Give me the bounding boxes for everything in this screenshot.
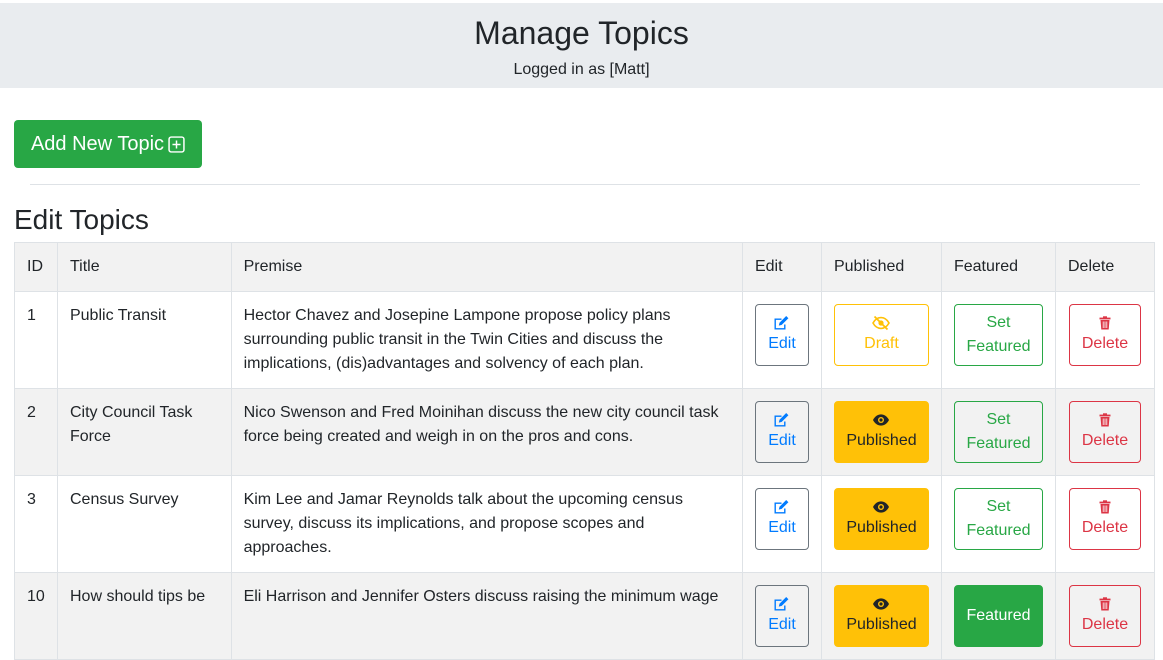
trash-icon [1099, 314, 1111, 332]
trash-icon [1099, 411, 1111, 429]
column-header-delete: Delete [1054, 242, 1156, 292]
page-header: Manage Topics Logged in as [Matt] [0, 0, 1163, 88]
column-header-featured: Featured [940, 242, 1056, 292]
topic-id: 2 [14, 388, 58, 476]
page-title: Manage Topics [474, 15, 689, 51]
delete-button[interactable]: Delete [1068, 304, 1141, 366]
delete-label: Delete [1081, 432, 1129, 449]
topic-premise: Kim Lee and Jamar Reynolds talk about th… [230, 475, 743, 573]
add-new-topic-button[interactable]: Add New Topic [14, 120, 202, 168]
edit-label: Edit [768, 432, 796, 449]
delete-button[interactable]: Delete [1068, 488, 1141, 550]
delete-label: Delete [1081, 616, 1129, 633]
publish-toggle-published-button[interactable]: Published [833, 401, 929, 463]
trash-icon [1099, 498, 1111, 516]
set-featured-button[interactable]: Set Featured [953, 488, 1043, 550]
publish-toggle-draft-button[interactable]: Draft [833, 304, 929, 366]
edit-button[interactable]: Edit [754, 488, 809, 550]
topic-title: Public Transit [56, 291, 232, 389]
column-header-title: Title [56, 242, 232, 292]
published-label: Published [846, 519, 917, 536]
delete-button[interactable]: Delete [1068, 401, 1141, 463]
edit-icon [773, 498, 790, 516]
topic-title: How should tips be [56, 572, 232, 660]
topic-title: City Council Task Force [56, 388, 232, 476]
topic-id: 3 [14, 475, 58, 573]
set-featured-button[interactable]: Set Featured [953, 304, 1043, 366]
topic-premise: Hector Chavez and Josepine Lampone propo… [230, 291, 743, 389]
column-header-premise: Premise [230, 242, 743, 292]
topic-id: 1 [14, 291, 58, 389]
edit-label: Edit [768, 616, 796, 633]
edit-label: Edit [768, 335, 796, 352]
column-header-id: ID [14, 242, 58, 292]
table-row: 2 City Council Task Force Nico Swenson a… [14, 388, 1156, 476]
delete-label: Delete [1081, 335, 1129, 352]
topic-title: Census Survey [56, 475, 232, 573]
column-header-published: Published [820, 242, 942, 292]
topic-id: 10 [14, 572, 58, 660]
delete-label: Delete [1081, 519, 1129, 536]
set-featured-button[interactable]: Set Featured [953, 401, 1043, 463]
topics-table: ID Title Premise Edit Published Featured… [14, 242, 1156, 660]
edit-label: Edit [768, 519, 796, 536]
table-row: 1 Public Transit Hector Chavez and Josep… [14, 291, 1156, 389]
featured-label: Set Featured [966, 314, 1031, 355]
table-header-row: ID Title Premise Edit Published Featured… [14, 242, 1156, 292]
published-label: Draft [864, 335, 899, 352]
edit-icon [773, 314, 790, 332]
trash-icon [1099, 595, 1111, 613]
table-row: 10 How should tips be Eli Harrison and J… [14, 572, 1156, 660]
eye-icon [872, 411, 890, 429]
topic-premise: Nico Swenson and Fred Moinihan discuss t… [230, 388, 743, 476]
eye-icon [872, 498, 890, 516]
plus-square-icon [168, 135, 185, 153]
edit-icon [773, 411, 790, 429]
published-label: Published [846, 616, 917, 633]
divider [30, 184, 1140, 185]
featured-button[interactable]: Featured [953, 585, 1043, 647]
publish-toggle-published-button[interactable]: Published [833, 488, 929, 550]
edit-button[interactable]: Edit [754, 304, 809, 366]
publish-toggle-published-button[interactable]: Published [833, 585, 929, 647]
published-label: Published [846, 432, 917, 449]
featured-label: Set Featured [966, 411, 1031, 452]
edit-button[interactable]: Edit [754, 585, 809, 647]
eye-slash-icon [872, 314, 891, 332]
table-row: 3 Census Survey Kim Lee and Jamar Reynol… [14, 475, 1156, 573]
featured-label: Set Featured [966, 498, 1031, 539]
featured-label: Featured [966, 607, 1031, 624]
add-new-topic-label: Add New Topic [30, 132, 165, 155]
edit-icon [773, 595, 790, 613]
edit-button[interactable]: Edit [754, 401, 809, 463]
column-header-edit: Edit [741, 242, 822, 292]
section-title: Edit Topics [14, 204, 149, 235]
delete-button[interactable]: Delete [1068, 585, 1141, 647]
topic-premise: Eli Harrison and Jennifer Osters discuss… [230, 572, 743, 660]
logged-in-status: Logged in as [Matt] [513, 61, 650, 78]
eye-icon [872, 595, 890, 613]
